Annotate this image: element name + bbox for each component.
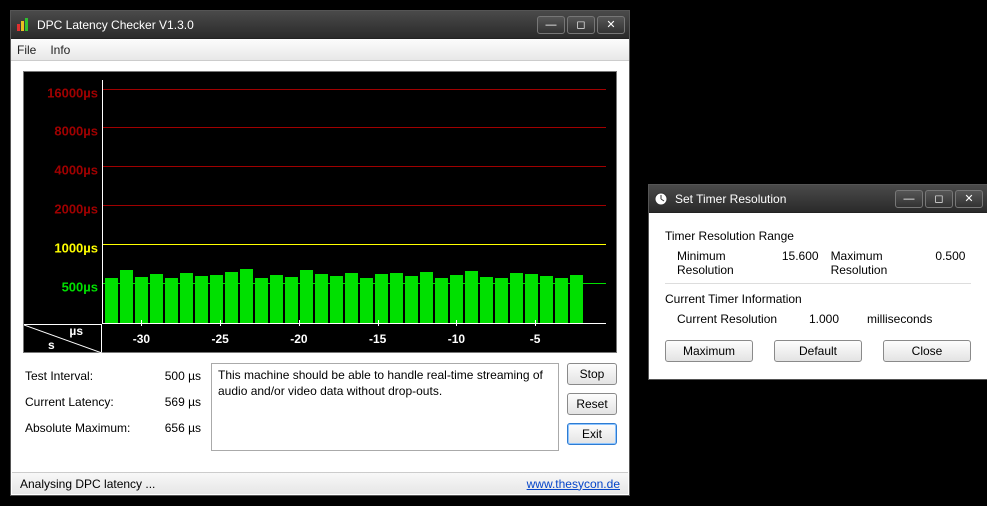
menu-file[interactable]: File (17, 43, 36, 57)
x-unit: s (48, 338, 55, 352)
menu-info[interactable]: Info (50, 43, 70, 57)
latency-bar (555, 278, 568, 323)
abs-max-value: 656 µs (155, 415, 203, 441)
latency-bar (360, 278, 373, 323)
window-title: Set Timer Resolution (675, 192, 895, 206)
cur-res-unit: milliseconds (867, 312, 932, 326)
group-current: Current Timer Information (665, 292, 971, 306)
latency-bar (105, 278, 118, 323)
y-tick-label: 4000µs (54, 163, 98, 178)
group-range: Timer Resolution Range (665, 229, 971, 243)
latency-bar (315, 274, 328, 323)
latency-bar (570, 275, 583, 323)
latency-bar (225, 272, 238, 323)
latency-bar (165, 278, 178, 323)
timer-resolution-window: Set Timer Resolution — ◻ ✕ Timer Resolut… (648, 184, 987, 380)
latency-bar (240, 269, 253, 323)
latency-bar (180, 273, 193, 323)
cur-res-value: 1.000 (809, 312, 855, 326)
min-res-label: Minimum Resolution (677, 249, 770, 277)
close-button[interactable]: ✕ (955, 190, 983, 208)
cur-res-label: Current Resolution (677, 312, 797, 326)
latency-bar (270, 275, 283, 323)
gridline (103, 244, 606, 245)
abs-max-label: Absolute Maximum: (23, 415, 155, 441)
test-interval-label: Test Interval: (23, 363, 155, 389)
x-tick-label: -30 (133, 332, 150, 346)
current-latency-label: Current Latency: (23, 389, 155, 415)
minimize-button[interactable]: — (895, 190, 923, 208)
status-text: Analysing DPC latency ... (20, 477, 155, 491)
y-tick-label: 1000µs (54, 241, 98, 256)
gridline (103, 127, 606, 128)
stop-button[interactable]: Stop (567, 363, 617, 385)
close-button[interactable]: ✕ (597, 16, 625, 34)
x-tick-label: -5 (530, 332, 541, 346)
maximum-button[interactable]: Maximum (665, 340, 753, 362)
max-res-value: 0.500 (935, 249, 971, 277)
y-tick-label: 16000µs (47, 85, 98, 100)
latency-bar (375, 274, 388, 323)
reset-button[interactable]: Reset (567, 393, 617, 415)
axis-corner: µs s (24, 324, 102, 352)
clock-icon (653, 191, 669, 207)
min-res-value: 15.600 (782, 249, 819, 277)
latency-bar (150, 274, 163, 323)
titlebar[interactable]: DPC Latency Checker V1.3.0 — ◻ ✕ (11, 11, 629, 39)
latency-chart: 500µs 1000µs 2000µs 4000µs 8000µs 16000µs -30… (23, 71, 617, 353)
latency-bar (300, 270, 313, 323)
test-interval-value: 500 µs (155, 363, 203, 389)
message-box: This machine should be able to handle re… (211, 363, 559, 451)
x-tick-label: -10 (448, 332, 465, 346)
latency-bar (210, 275, 223, 323)
exit-button[interactable]: Exit (567, 423, 617, 445)
window-title: DPC Latency Checker V1.3.0 (37, 18, 537, 32)
latency-bar (345, 273, 358, 323)
latency-bar (420, 272, 433, 323)
latency-bar (510, 273, 523, 323)
gridline (103, 89, 606, 90)
latency-bar (495, 278, 508, 323)
x-tick-label: -20 (290, 332, 307, 346)
y-unit: µs (69, 324, 83, 338)
latency-bar (465, 271, 478, 323)
gridline (103, 283, 606, 284)
latency-bar (525, 274, 538, 323)
maximize-button[interactable]: ◻ (567, 16, 595, 34)
y-tick-label: 8000µs (54, 124, 98, 139)
latency-bar (390, 273, 403, 323)
stats-panel: Test Interval: 500 µs Current Latency: 5… (23, 363, 203, 451)
minimize-button[interactable]: — (537, 16, 565, 34)
dpc-latency-window: DPC Latency Checker V1.3.0 — ◻ ✕ File In… (10, 10, 630, 496)
latency-bar (255, 278, 268, 323)
current-latency-value: 569 µs (155, 389, 203, 415)
titlebar[interactable]: Set Timer Resolution — ◻ ✕ (649, 185, 987, 213)
gridline (103, 166, 606, 167)
x-tick-label: -15 (369, 332, 386, 346)
latency-bar (120, 270, 133, 323)
maximize-button[interactable]: ◻ (925, 190, 953, 208)
close-dialog-button[interactable]: Close (883, 340, 971, 362)
max-res-label: Maximum Resolution (831, 249, 924, 277)
vendor-link[interactable]: www.thesycon.de (527, 477, 620, 491)
y-tick-label: 2000µs (54, 202, 98, 217)
latency-bar (435, 278, 448, 323)
latency-bar (450, 275, 463, 323)
x-tick-label: -25 (211, 332, 228, 346)
gridline (103, 205, 606, 206)
statusbar: Analysing DPC latency ... www.thesycon.d… (12, 472, 628, 494)
y-tick-label: 500µs (62, 280, 98, 295)
default-button[interactable]: Default (774, 340, 862, 362)
menubar: File Info (11, 39, 629, 61)
app-icon (15, 17, 31, 33)
